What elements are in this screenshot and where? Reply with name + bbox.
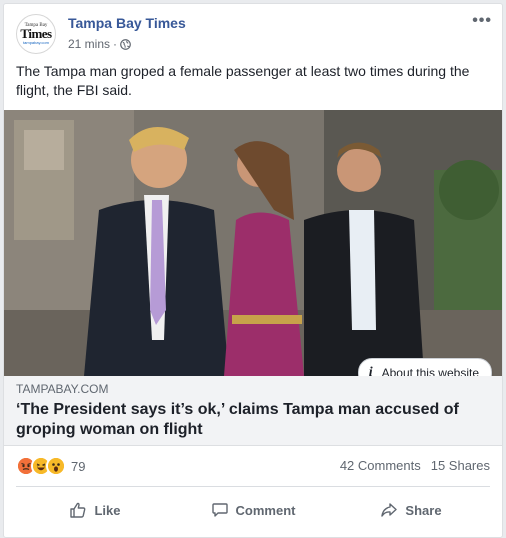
post-timestamp[interactable]: 21 mins: [68, 37, 110, 51]
engagement-counts: 42 Comments 15 Shares: [340, 458, 490, 473]
comments-count-link[interactable]: 42 Comments: [340, 458, 421, 473]
post-stats: 79 42 Comments 15 Shares: [16, 454, 490, 476]
reaction-summary[interactable]: 79: [16, 456, 85, 476]
share-label: Share: [405, 502, 442, 518]
avatar-sub-text: tampabay.com: [23, 40, 49, 45]
wow-reaction-icon: [46, 456, 66, 476]
avatar-main-text: Times: [20, 26, 52, 41]
comment-button[interactable]: Comment: [174, 492, 332, 528]
post-header: Tampa Bay Times tampabay.com Tampa Bay T…: [16, 13, 492, 58]
link-domain: TAMPABAY.COM: [16, 382, 109, 396]
page-name-link[interactable]: Tampa Bay Times: [68, 15, 186, 31]
comment-label: Comment: [235, 502, 296, 518]
ellipsis-icon[interactable]: •••: [472, 13, 492, 29]
post-meta: 21 mins ·: [68, 37, 131, 51]
post-card: Tampa Bay Times tampabay.com Tampa Bay T…: [3, 3, 503, 538]
like-button[interactable]: Like: [16, 492, 174, 528]
post-text: The Tampa man groped a female passenger …: [16, 63, 470, 98]
link-preview-image[interactable]: [4, 110, 502, 376]
share-button[interactable]: Share: [332, 492, 490, 528]
share-icon: [381, 503, 398, 517]
shares-count-link[interactable]: 15 Shares: [431, 458, 490, 473]
meta-separator: ·: [113, 37, 118, 51]
comment-icon: [211, 503, 228, 517]
page-avatar[interactable]: Tampa Bay Times tampabay.com: [16, 14, 56, 54]
link-headline[interactable]: ‘The President says it’s ok,’ claims Tam…: [16, 400, 486, 440]
reaction-count: 79: [71, 458, 86, 474]
post-actions: Like Comment Share: [16, 492, 490, 528]
like-label: Like: [94, 502, 121, 518]
actions-divider: [16, 486, 490, 487]
thumbs-up-icon: [70, 502, 86, 518]
photo-illustration: [4, 110, 502, 376]
link-preview-box[interactable]: TAMPABAY.COM ‘The President says it’s ok…: [4, 376, 502, 446]
globe-icon[interactable]: [120, 38, 131, 50]
